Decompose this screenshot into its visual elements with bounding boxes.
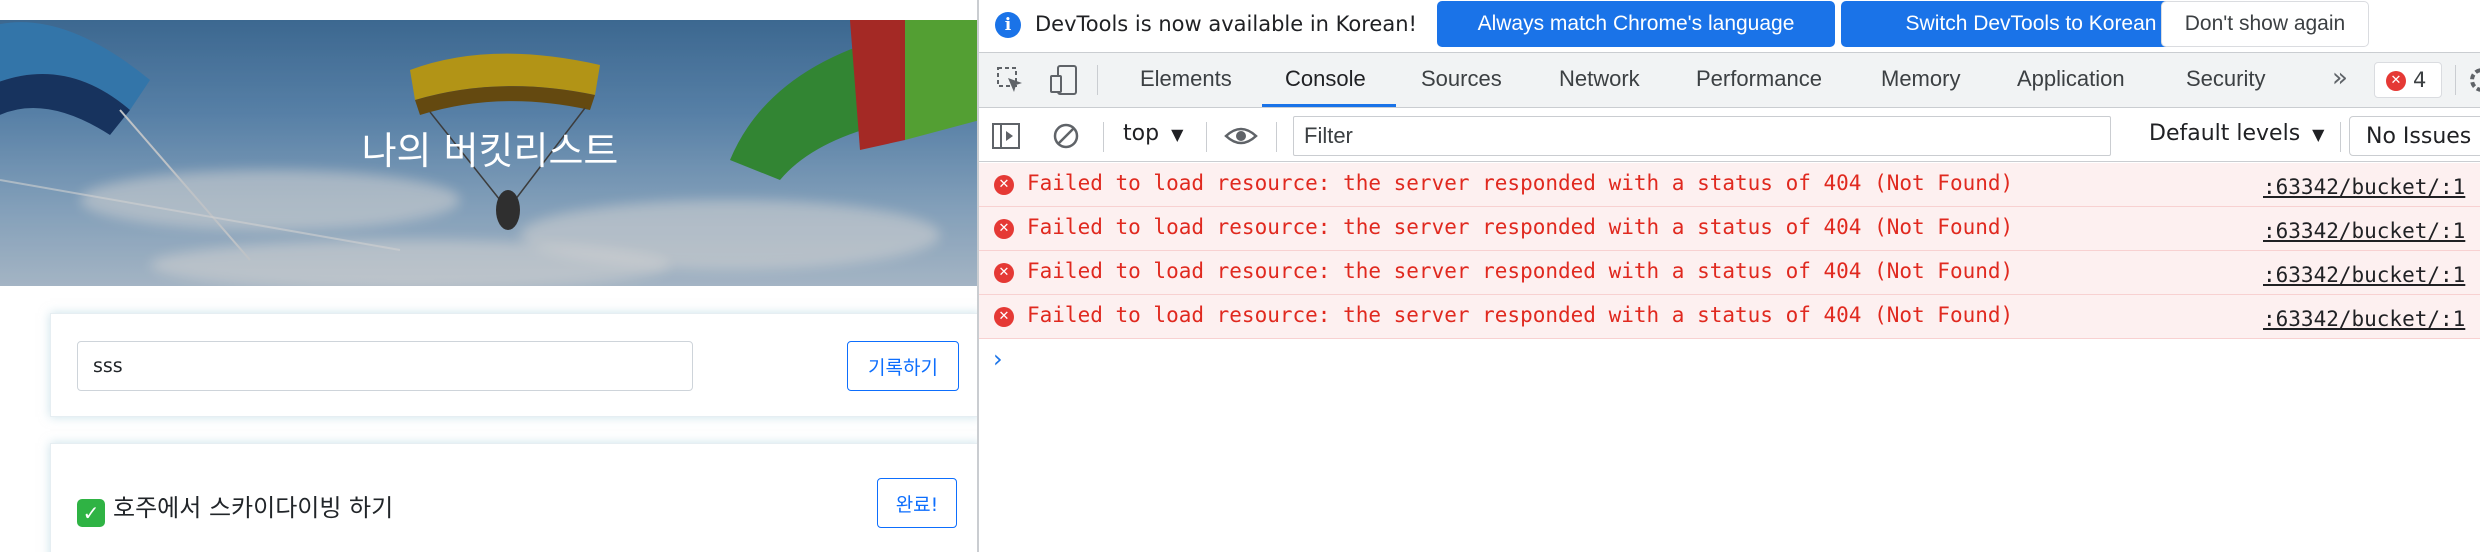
- bucket-item: ✓ 호주에서 스카이다이빙 하기: [77, 488, 393, 527]
- console-error-row: ✕ Failed to load resource: the server re…: [979, 163, 2480, 207]
- issues-count: 4: [2413, 68, 2427, 92]
- error-icon: ✕: [994, 175, 1014, 195]
- active-tab-indicator: [1262, 104, 1396, 107]
- inspect-element-icon[interactable]: [995, 65, 1025, 95]
- error-message: Failed to load resource: the server resp…: [1027, 171, 2014, 195]
- error-source-link[interactable]: :63342/bucket/:1: [2263, 175, 2465, 199]
- dropdown-arrow-icon: ▼: [2312, 125, 2325, 144]
- dont-show-again-button[interactable]: Don't show again: [2161, 1, 2369, 47]
- tab-application[interactable]: Application: [2017, 66, 2125, 92]
- tab-performance[interactable]: Performance: [1696, 66, 1822, 92]
- settings-gear-icon[interactable]: [2468, 65, 2480, 95]
- done-button[interactable]: 완료!: [877, 478, 957, 528]
- hero-banner: 나의 버킷리스트: [0, 20, 980, 286]
- devtools-panel: i DevTools is now available in Korean! A…: [977, 0, 2480, 552]
- bucket-list-card: ✓ 호주에서 스카이다이빙 하기 완료!: [50, 443, 980, 552]
- bucket-form-card: 기록하기: [50, 313, 980, 417]
- record-button[interactable]: 기록하기: [847, 341, 959, 391]
- live-expression-eye-icon[interactable]: [1224, 124, 1258, 150]
- no-issues-button[interactable]: No Issues: [2349, 116, 2480, 156]
- error-source-link[interactable]: :63342/bucket/:1: [2263, 307, 2465, 331]
- error-source-link[interactable]: :63342/bucket/:1: [2263, 263, 2465, 287]
- web-page: 나의 버킷리스트 기록하기 ✓ 호주에서 스카이다이빙 하기 완료!: [0, 0, 980, 552]
- clear-console-icon[interactable]: [1052, 122, 1082, 152]
- error-icon: ✕: [994, 307, 1014, 327]
- error-message: Failed to load resource: the server resp…: [1027, 259, 2014, 283]
- language-infobar: i DevTools is now available in Korean! A…: [979, 0, 2480, 50]
- error-source-link[interactable]: :63342/bucket/:1: [2263, 219, 2465, 243]
- devtools-tab-bar: Elements Console Sources Network Perform…: [979, 52, 2480, 108]
- console-error-row: ✕ Failed to load resource: the server re…: [979, 251, 2480, 295]
- tab-console[interactable]: Console: [1285, 66, 1366, 92]
- more-tabs-icon[interactable]: »: [2332, 63, 2348, 93]
- tab-elements[interactable]: Elements: [1140, 66, 1232, 92]
- tab-sources[interactable]: Sources: [1421, 66, 1502, 92]
- page-title: 나의 버킷리스트: [361, 129, 619, 173]
- console-error-row: ✕ Failed to load resource: the server re…: [979, 295, 2480, 339]
- bucket-item-text: 호주에서 스카이다이빙 하기: [113, 494, 394, 522]
- check-mark-icon: ✓: [77, 499, 105, 527]
- error-icon: ✕: [994, 219, 1014, 239]
- error-icon: ✕: [994, 263, 1014, 283]
- issues-badge[interactable]: ✕ 4: [2374, 62, 2442, 98]
- sidebar-toggle-icon[interactable]: [991, 122, 1023, 152]
- context-value: top: [1123, 121, 1160, 146]
- match-language-button[interactable]: Always match Chrome's language: [1437, 1, 1835, 47]
- filter-input[interactable]: [1293, 116, 2111, 156]
- error-message: Failed to load resource: the server resp…: [1027, 215, 2014, 239]
- context-select[interactable]: top ▼: [1123, 121, 1183, 146]
- console-prompt-icon[interactable]: ›: [993, 345, 1003, 373]
- infobar-message: DevTools is now available in Korean!: [1035, 12, 1417, 36]
- tab-memory[interactable]: Memory: [1881, 66, 1960, 92]
- dropdown-arrow-icon: ▼: [1171, 125, 1184, 144]
- log-levels-select[interactable]: Default levels ▼: [2149, 121, 2324, 146]
- error-message: Failed to load resource: the server resp…: [1027, 303, 2014, 327]
- error-icon: ✕: [2386, 71, 2406, 91]
- bucket-input[interactable]: [77, 341, 693, 391]
- console-error-row: ✕ Failed to load resource: the server re…: [979, 207, 2480, 251]
- tab-security[interactable]: Security: [2186, 66, 2265, 92]
- device-toolbar-icon[interactable]: [1049, 64, 1079, 96]
- log-levels-value: Default levels: [2149, 121, 2301, 146]
- console-output: ✕ Failed to load resource: the server re…: [979, 163, 2480, 552]
- console-toolbar: top ▼ Default levels ▼ No Issues: [979, 110, 2480, 162]
- info-icon: i: [995, 12, 1021, 38]
- tab-network[interactable]: Network: [1559, 66, 1640, 92]
